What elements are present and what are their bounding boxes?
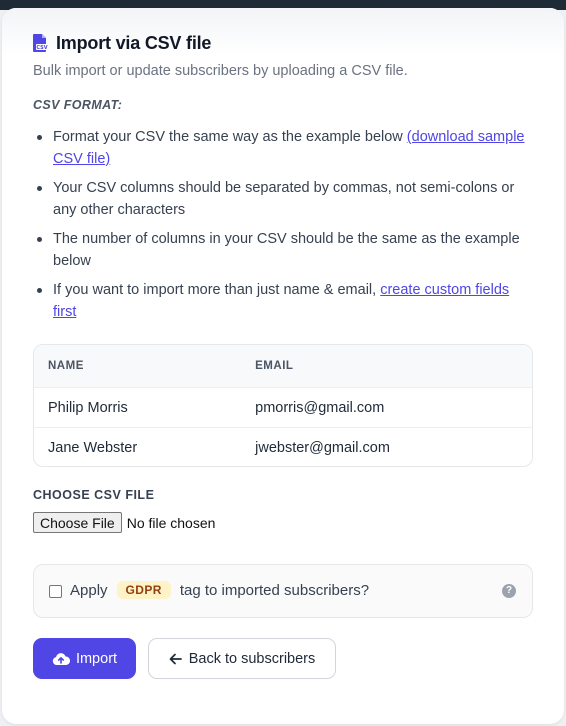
arrow-left-icon: [169, 653, 182, 664]
back-to-subscribers-button[interactable]: Back to subscribers: [148, 638, 336, 679]
rule-item: If you want to import more than just nam…: [33, 279, 533, 323]
cell-name: Philip Morris: [48, 399, 128, 416]
gdpr-badge: GDPR: [116, 581, 171, 599]
title-row: CSV Import via CSV file: [32, 32, 211, 54]
page-title: Import via CSV file: [56, 32, 212, 53]
rule-item: Your CSV columns should be separated by …: [33, 177, 533, 221]
file-status: No file chosen: [126, 514, 216, 531]
gdpr-checkbox[interactable]: [49, 585, 62, 598]
table-row: Philip Morris pmorris@gmail.com: [34, 387, 532, 427]
rule-item: Format your CSV the same way as the exam…: [33, 126, 533, 170]
cell-email: pmorris@gmail.com: [255, 399, 385, 416]
csv-format-label: CSV FORMAT:: [33, 98, 123, 112]
choose-file-button[interactable]: Choose File: [33, 512, 122, 533]
file-input: Choose File No file chosen: [33, 512, 215, 533]
column-header-name: NAME: [48, 360, 84, 372]
import-card: CSV Import via CSV file Bulk import or u…: [2, 8, 564, 724]
cell-email: jwebster@gmail.com: [255, 439, 390, 456]
cell-name: Jane Webster: [48, 439, 138, 456]
page-subtitle: Bulk import or update subscribers by upl…: [33, 63, 408, 79]
import-button[interactable]: Import: [33, 638, 136, 679]
cloud-upload-icon: [52, 652, 70, 665]
table-row: Jane Webster jwebster@gmail.com: [34, 427, 532, 466]
question-icon[interactable]: ?: [502, 584, 516, 598]
gdpr-label[interactable]: Apply GDPR tag to imported subscribers?: [70, 581, 369, 599]
gdpr-option: Apply GDPR tag to imported subscribers? …: [33, 564, 533, 618]
example-table: NAME EMAIL Philip Morris pmorris@gmail.c…: [33, 344, 533, 467]
csv-format-rules: Format your CSV the same way as the exam…: [33, 126, 533, 330]
column-header-email: EMAIL: [255, 360, 294, 372]
svg-text:CSV: CSV: [36, 45, 47, 51]
choose-file-label: CHOOSE CSV FILE: [33, 488, 155, 502]
table-header: NAME EMAIL: [34, 345, 532, 387]
rule-item: The number of columns in your CSV should…: [33, 228, 533, 272]
csv-file-icon: CSV: [33, 34, 48, 52]
